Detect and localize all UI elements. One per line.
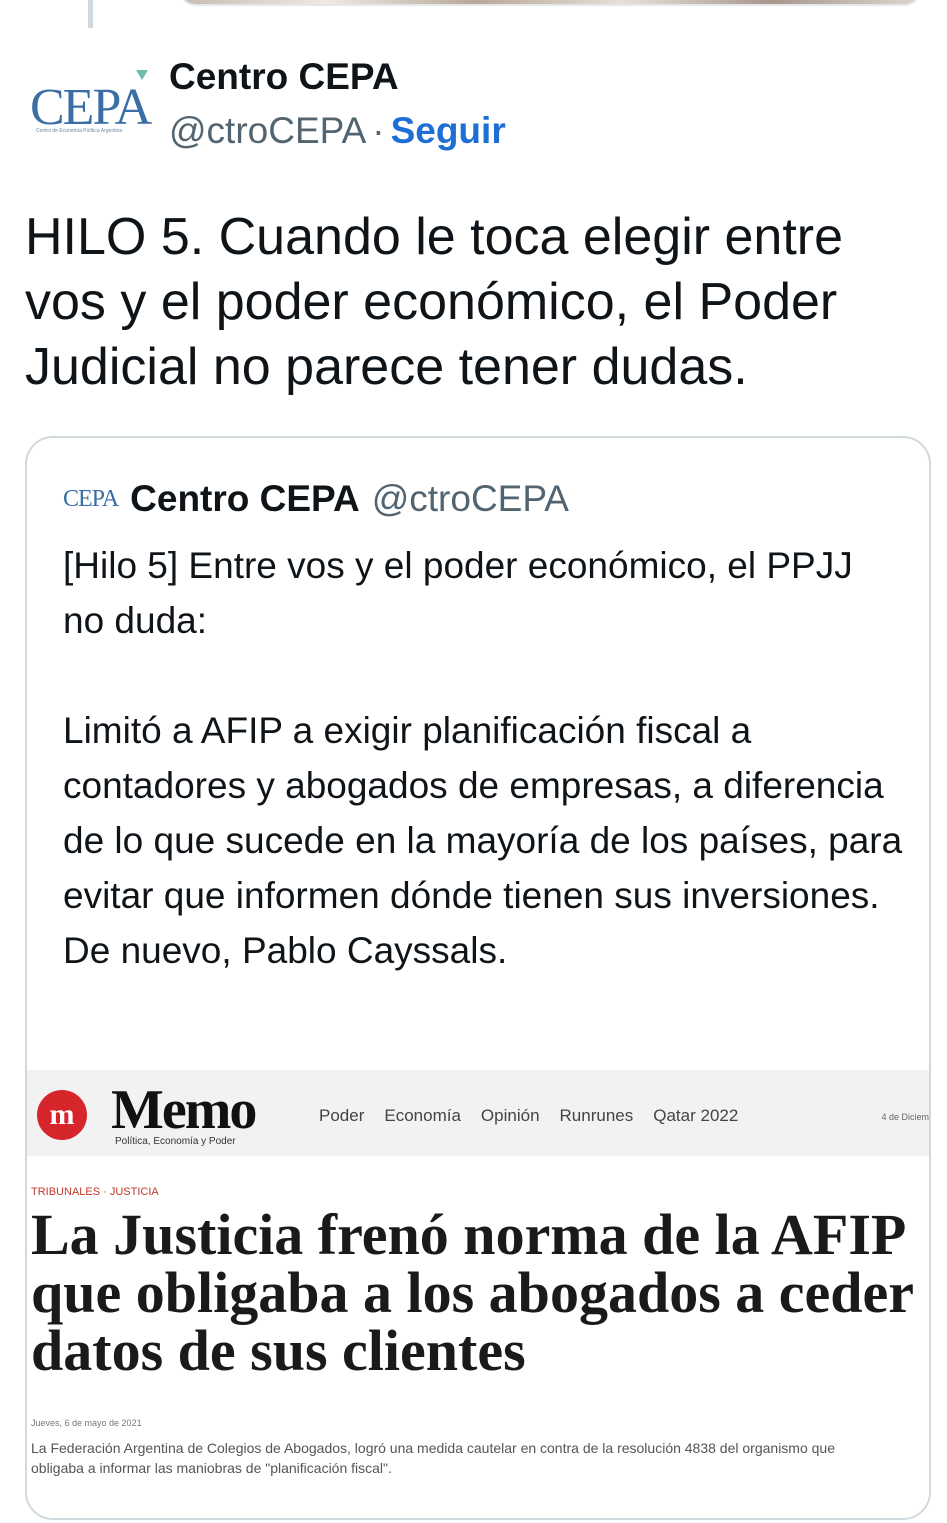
memo-date: 4 de Diciem [881,1112,929,1122]
quoted-tweet-text: [Hilo 5] Entre vos y el poder económico,… [63,538,903,978]
memo-logo-icon: m [37,1090,87,1140]
quoted-media-image[interactable]: m Memo Política, Economía y Poder Poder … [27,1066,929,1518]
quoted-tweet-header: CEPA Centro CEPA @ctroCEPA [63,478,569,520]
thread-connector-line [88,0,93,28]
quoted-paragraph-2: Limitó a AFIP a exigir planificación fis… [63,710,903,971]
author-handle-row: @ctroCEPA · Seguir [169,110,506,152]
article-pubdate: Jueves, 6 de mayo de 2021 [31,1418,142,1428]
quoted-avatar: CEPA [63,485,119,512]
headline-line: datos de sus clientes [31,1318,526,1383]
article-section-label: TRIBUNALES · JUSTICIA [31,1186,159,1198]
lead-line: La Federación Argentina de Colegios de A… [31,1440,835,1456]
separator-dot: · [372,110,385,151]
tweet-text: HILO 5. Cuando le toca elegir entre vos … [25,208,844,396]
memo-nav-item: Poder [319,1106,365,1125]
quoted-author-name: Centro CEPA [130,478,360,519]
headline-line: que obligaba a los abogados a ceder [31,1260,914,1325]
memo-nav-item: Runrunes [559,1106,634,1125]
memo-nav-item: Opinión [480,1106,540,1125]
author-name[interactable]: Centro CEPA [169,56,399,98]
author-handle[interactable]: @ctroCEPA [169,110,366,151]
previous-tweet-media[interactable] [178,0,922,6]
memo-site-header: m Memo Política, Economía y Poder Poder … [27,1070,929,1156]
article-headline: La Justicia frenó norma de la AFIP que o… [31,1202,929,1383]
memo-nav-item: Economía [384,1106,461,1125]
lead-line: obligaba a informar las maniobras de "pl… [31,1460,392,1476]
avatar[interactable]: CEPA Centro de Economía Política Argenti… [24,62,156,174]
memo-logo-text: Memo [111,1079,257,1141]
headline-line: La Justicia frenó norma de la AFIP [31,1202,907,1267]
memo-nav: Poder Economía Opinión Runrunes Qatar 20… [319,1106,738,1126]
memo-nav-item: Qatar 2022 [653,1106,739,1125]
quoted-paragraph-1: [Hilo 5] Entre vos y el poder económico,… [63,545,853,641]
follow-button[interactable]: Seguir [391,110,506,151]
avatar-logo-subtitle: Centro de Economía Política Argentina [36,128,123,134]
quoted-author-handle: @ctroCEPA [371,478,569,519]
quoted-tweet-card[interactable]: CEPA Centro CEPA @ctroCEPA [Hilo 5] Entr… [25,436,931,1520]
memo-logo-subtitle: Política, Economía y Poder [115,1136,236,1147]
article-lead: La Federación Argentina de Colegios de A… [31,1438,929,1478]
